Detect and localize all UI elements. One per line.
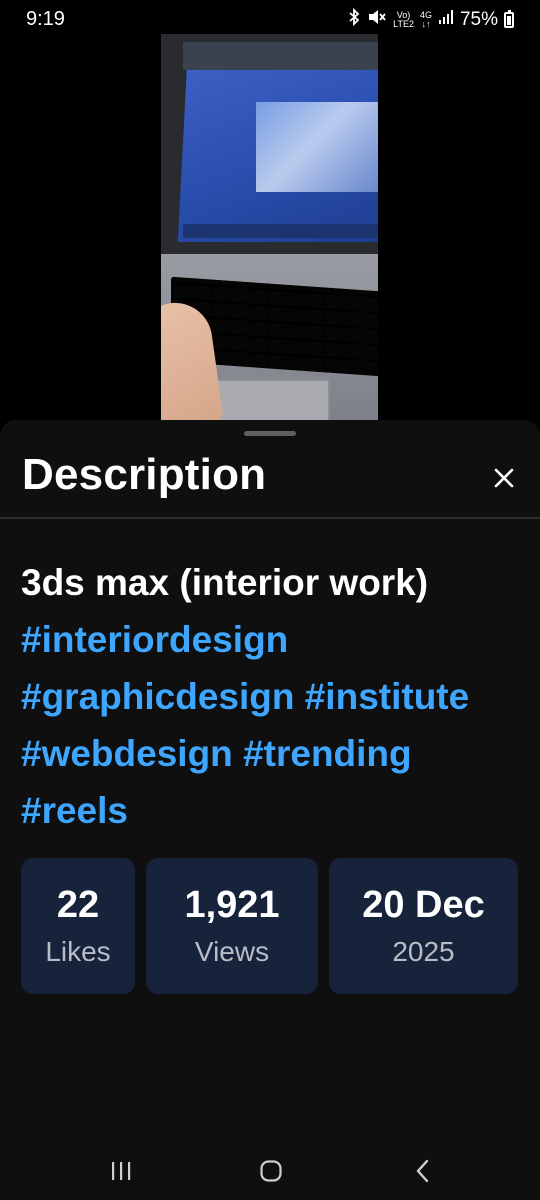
date-stat: 20 Dec 2025 xyxy=(329,858,518,994)
likes-count: 22 xyxy=(56,884,100,926)
battery-text: 75% xyxy=(459,9,498,30)
signal-icon xyxy=(438,9,454,31)
divider xyxy=(0,517,540,519)
bluetooth-icon xyxy=(347,7,361,32)
hashtag-link[interactable]: #trending xyxy=(243,733,412,774)
recents-icon xyxy=(112,1162,131,1180)
back-button[interactable] xyxy=(398,1158,448,1184)
description-text: 3ds max (interior work) #interiordesign … xyxy=(21,554,521,839)
recents-button[interactable] xyxy=(96,1158,146,1184)
battery-icon xyxy=(504,10,514,28)
drag-handle[interactable] xyxy=(244,431,296,436)
likes-label: Likes xyxy=(45,936,111,967)
description-sheet: Description 3ds max (interior work) #int… xyxy=(0,420,540,1200)
touchpad xyxy=(216,379,330,420)
home-icon xyxy=(260,1160,282,1182)
hashtag-link[interactable]: #graphicdesign xyxy=(21,676,294,717)
render-viewport xyxy=(256,102,378,192)
views-label: Views xyxy=(194,936,270,967)
hashtag-link[interactable]: #interiordesign xyxy=(21,619,288,660)
app-toolbar xyxy=(183,42,378,70)
home-button[interactable] xyxy=(246,1158,296,1184)
taskbar xyxy=(183,224,378,238)
hashtag-link[interactable]: #reels xyxy=(21,790,128,831)
hashtag-link[interactable]: #webdesign xyxy=(21,733,233,774)
stats-row: 22 Likes 1,921 Views 20 Dec 2025 xyxy=(21,858,518,994)
views-count: 1,921 xyxy=(184,884,280,926)
status-bar: 9:19 Vo) LTE2 4G ↓↑ 75% xyxy=(0,0,540,38)
sheet-title: Description xyxy=(22,450,267,499)
lte-text: LTE2 xyxy=(393,19,414,29)
date-day-month: 20 Dec xyxy=(362,884,485,926)
hashtag-link[interactable]: #institute xyxy=(305,676,469,717)
volte-icon: Vo) LTE2 xyxy=(393,11,414,29)
close-button[interactable] xyxy=(486,460,522,496)
network-gen-text: 4G xyxy=(419,10,432,20)
likes-stat: 22 Likes xyxy=(21,858,135,994)
status-time: 9:19 xyxy=(26,8,65,30)
views-stat: 1,921 Views xyxy=(146,858,318,994)
4g-icon: 4G ↓↑ xyxy=(419,10,432,29)
date-year: 2025 xyxy=(392,936,455,967)
back-icon xyxy=(416,1159,429,1183)
description-body: 3ds max (interior work) xyxy=(21,562,429,603)
video-player[interactable] xyxy=(161,34,378,420)
system-nav-bar xyxy=(0,1140,540,1200)
close-icon xyxy=(494,468,514,488)
status-icons: Vo) LTE2 4G ↓↑ 75% xyxy=(347,7,514,32)
mute-icon xyxy=(367,8,387,32)
